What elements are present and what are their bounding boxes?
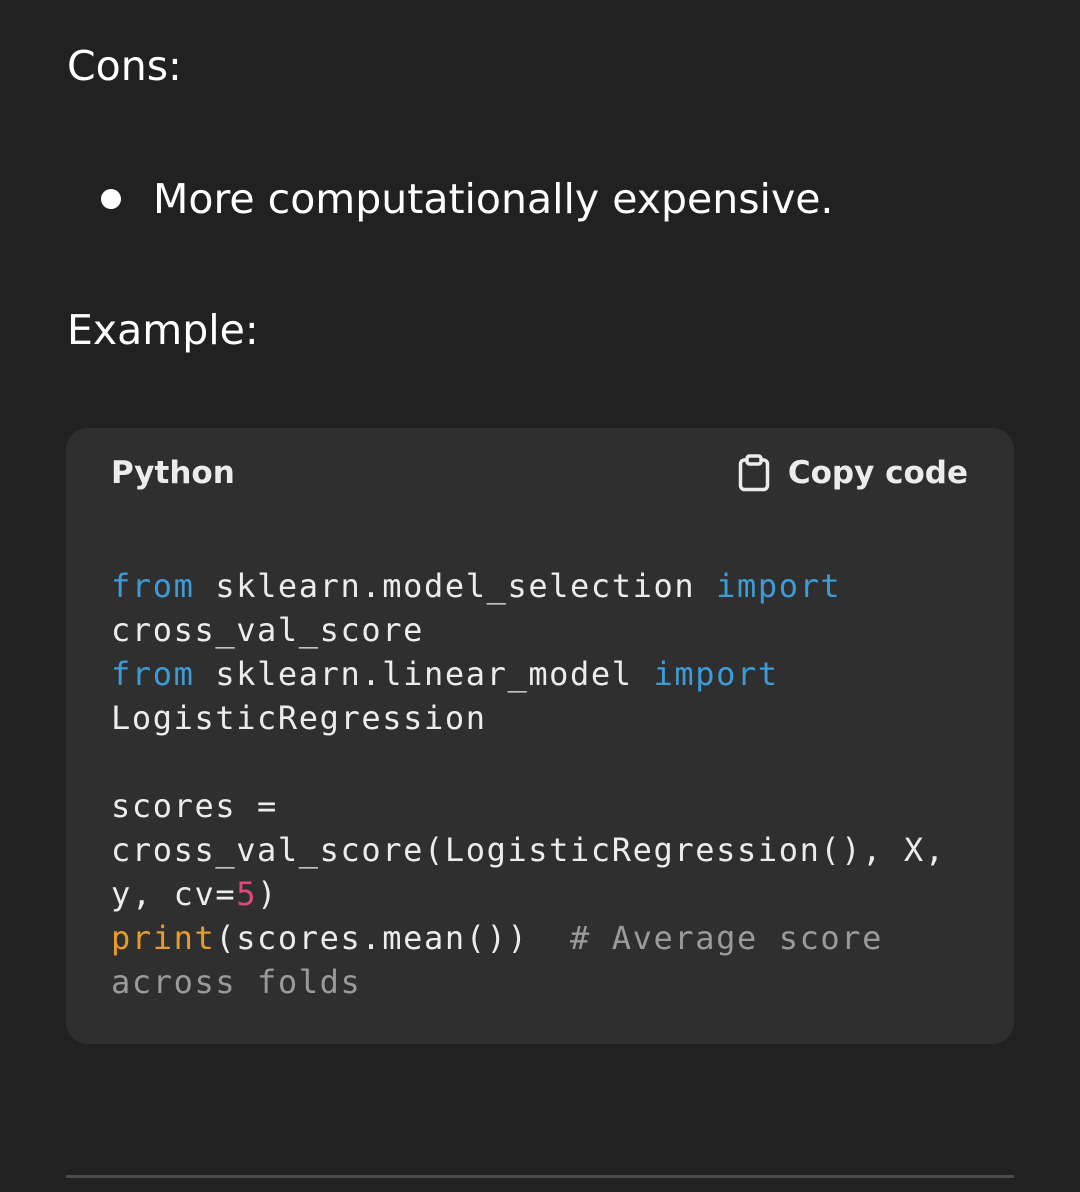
code-token: sklearn.model_selection — [194, 567, 717, 605]
code-line: scores = — [111, 784, 946, 828]
cons-list: More computationally expensive. — [0, 170, 833, 228]
code-token: import — [716, 567, 842, 605]
list-item: More computationally expensive. — [0, 170, 833, 228]
code-line: LogisticRegression — [111, 696, 946, 740]
code-line: cross_val_score — [111, 608, 946, 652]
code-block: Python Copy code from sklearn.model_sele… — [66, 428, 1014, 1044]
code-token: across folds — [111, 963, 362, 1001]
bullet-dot — [101, 189, 121, 209]
code-token: 5 — [236, 875, 258, 913]
code-token: print — [111, 919, 216, 957]
cons-heading: Cons: — [67, 42, 182, 90]
code-token: cross_val_score(LogisticRegression(), X, — [111, 831, 946, 869]
code-token: (scores.mean()) — [215, 919, 571, 957]
code-token: # Average score — [570, 919, 884, 957]
code-line: across folds — [111, 960, 946, 1004]
example-heading: Example: — [67, 306, 259, 354]
code-token: scores = — [111, 787, 278, 825]
code-token: import — [653, 655, 779, 693]
code-token: ) — [257, 875, 278, 913]
code-block-header: Python Copy code — [66, 428, 1014, 518]
code-token: from — [111, 567, 195, 605]
code-token: sklearn.linear_model — [194, 655, 654, 693]
divider — [66, 1175, 1014, 1178]
copy-code-button[interactable]: Copy code — [738, 452, 968, 494]
code-token: y, cv= — [111, 875, 237, 913]
code-line: print(scores.mean()) # Average score — [111, 916, 946, 960]
code-token: LogisticRegression — [111, 699, 487, 737]
code-token: from — [111, 655, 195, 693]
code-line: y, cv=5) — [111, 872, 946, 916]
code-line: ​ — [111, 740, 946, 784]
code-content[interactable]: from sklearn.model_selection import cross… — [111, 564, 946, 1004]
code-token: cross_val_score — [111, 611, 424, 649]
code-line: cross_val_score(LogisticRegression(), X, — [111, 828, 946, 872]
list-item-text: More computationally expensive. — [153, 175, 834, 223]
code-line: from sklearn.model_selection import — [111, 564, 946, 608]
copy-code-label: Copy code — [787, 455, 968, 491]
code-language-label: Python — [111, 455, 235, 491]
code-line: from sklearn.linear_model import — [111, 652, 946, 696]
clipboard-icon — [738, 454, 770, 492]
